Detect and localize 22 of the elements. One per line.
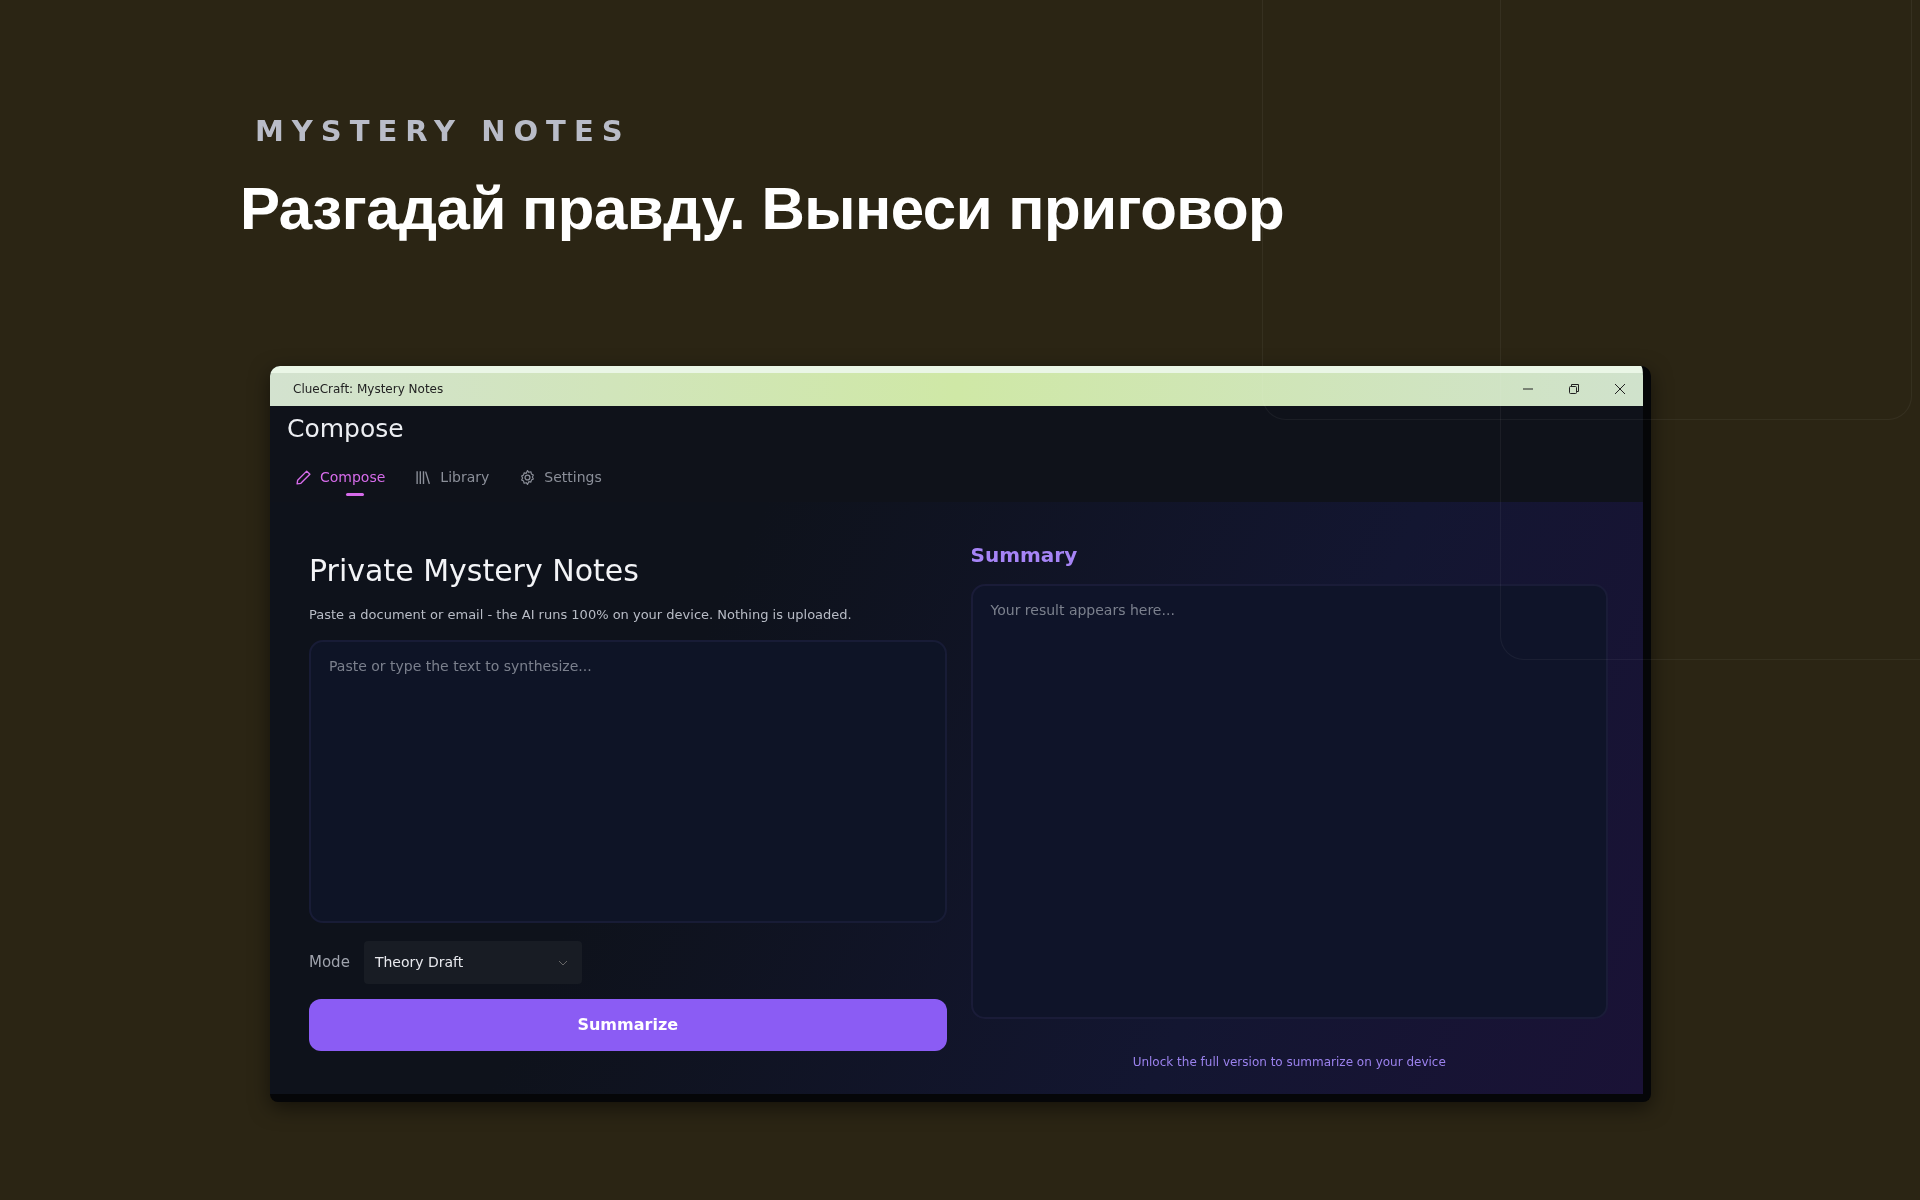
headline: Разгадай правду. Вынеси приговор — [240, 173, 1286, 244]
books-icon — [415, 469, 433, 486]
summary-heading: Summary — [970, 541, 1079, 569]
unlock-notice: Unlock the full version to summarize on your device — [1131, 1053, 1447, 1071]
tab[interactable]: Library — [407, 465, 498, 496]
summarize-button[interactable]: Summarize — [309, 999, 947, 1051]
close-icon — [1614, 383, 1626, 395]
window-title: ClueCraft: Mystery Notes — [293, 381, 445, 398]
pencil-icon — [295, 469, 312, 486]
output-field[interactable]: Your result appears here... — [970, 583, 1608, 1019]
tab[interactable]: Compose — [287, 465, 394, 496]
restore-icon — [1568, 383, 1580, 395]
settings-icon — [519, 469, 537, 486]
input-field[interactable]: Paste or type the text to synthesize... — [309, 640, 947, 923]
description-text: Paste a document or email - the AI runs 100% on your device. Nothing is uploaded. — [309, 605, 853, 624]
eyebrow-text: MYSTERY NOTES — [255, 113, 632, 150]
tab[interactable]: Settings — [511, 465, 610, 496]
mode-label: Mode — [309, 952, 350, 974]
chevron-down-icon — [557, 959, 568, 966]
page-title: Compose — [287, 412, 405, 445]
section-heading: Private Mystery Notes — [309, 551, 640, 590]
mode-dropdown[interactable]: Theory Draft — [363, 941, 582, 984]
